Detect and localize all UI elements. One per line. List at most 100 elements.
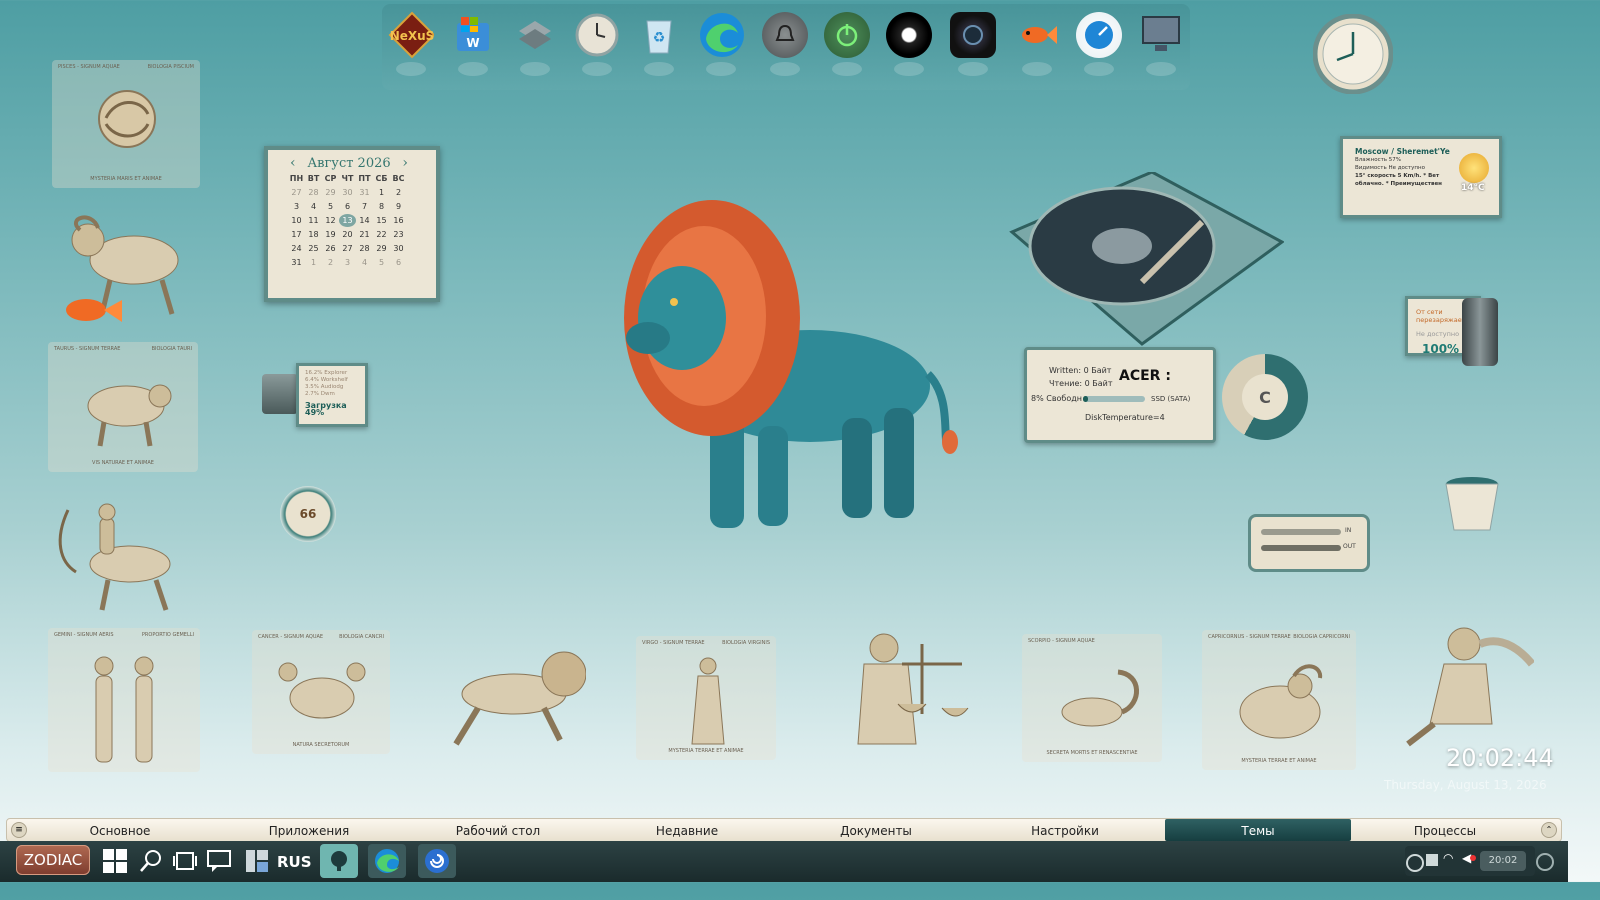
sagittarius-sketch xyxy=(46,500,194,616)
notifications-icon[interactable] xyxy=(1536,853,1554,871)
bull-figure-icon xyxy=(87,384,172,447)
task-view-icon[interactable] xyxy=(172,848,198,874)
calendar-day[interactable]: 16 xyxy=(390,214,407,227)
pisces-sketch: PISCES - SIGNUM AQUAE BIOLOGIA PISCIUM M… xyxy=(52,60,200,188)
tab-nastroyki[interactable]: Настройки xyxy=(972,819,1158,841)
calendar-day[interactable]: 6 xyxy=(339,200,356,213)
tab-temy[interactable]: Темы xyxy=(1165,819,1351,841)
lion-image xyxy=(624,200,958,528)
virtual-desktops-icon[interactable] xyxy=(512,12,558,76)
calendar-day[interactable]: 26 xyxy=(322,242,339,255)
calendar-day[interactable]: 29 xyxy=(322,186,339,199)
trash-cup-icon[interactable] xyxy=(1444,476,1500,536)
start-button[interactable]: ZODIAC xyxy=(16,845,90,875)
calendar-day[interactable]: 6 xyxy=(390,256,407,269)
tray-app-icon[interactable] xyxy=(1406,854,1424,872)
calendar-day[interactable]: 11 xyxy=(305,214,322,227)
calendar-day[interactable]: 28 xyxy=(305,186,322,199)
calendar-weekday: СР xyxy=(324,174,337,183)
tab-protsessy[interactable]: Процессы xyxy=(1352,819,1538,841)
nexus-logo-icon[interactable]: NeXuS xyxy=(388,11,434,76)
svg-text:♻: ♻ xyxy=(653,30,666,46)
spiral-app-icon[interactable] xyxy=(418,844,456,878)
calendar-next-button[interactable]: › xyxy=(402,155,408,171)
calendar-day[interactable]: 30 xyxy=(390,242,407,255)
calendar-day[interactable]: 1 xyxy=(373,186,390,199)
calendar-day[interactable]: 28 xyxy=(356,242,373,255)
calendar-day[interactable]: 3 xyxy=(288,200,305,213)
goldfish-icon[interactable] xyxy=(1014,12,1060,76)
calendar-day[interactable]: 15 xyxy=(373,214,390,227)
monitor-icon[interactable] xyxy=(1138,12,1184,76)
calendar-day[interactable]: 19 xyxy=(322,228,339,241)
theme-app-icon[interactable] xyxy=(320,844,358,878)
calendar-day[interactable]: 27 xyxy=(288,186,305,199)
speedometer-icon[interactable] xyxy=(1076,12,1122,76)
calendar-day[interactable]: 12 xyxy=(322,214,339,227)
calendar-day[interactable]: 27 xyxy=(339,242,356,255)
menu-icon[interactable]: ≡ xyxy=(11,822,27,838)
edge-taskbar-icon[interactable] xyxy=(368,844,406,878)
calendar-day[interactable]: 10 xyxy=(288,214,305,227)
tab-nedavnie[interactable]: Недавние xyxy=(594,819,780,841)
capricorn-sketch: CAPRICORNUS - SIGNUM TERRAE BIOLOGIA CAP… xyxy=(1202,630,1356,770)
collapse-icon[interactable]: ⌃ xyxy=(1541,822,1557,838)
windows-logo-icon[interactable] xyxy=(102,848,128,874)
calendar-day[interactable]: 1 xyxy=(305,256,322,269)
calendar-day[interactable]: 30 xyxy=(339,186,356,199)
calendar-day[interactable]: 21 xyxy=(356,228,373,241)
tray-clock[interactable]: 20:02 xyxy=(1480,851,1526,871)
recycle-bin-icon[interactable]: ♻ xyxy=(636,12,682,76)
calendar-day[interactable]: 5 xyxy=(373,256,390,269)
virgo-sketch: VIRGO - SIGNUM TERRAE BIOLOGIA VIRGINIS … xyxy=(636,636,776,760)
tray-drive-icon[interactable] xyxy=(1426,854,1438,866)
tab-dokumenty[interactable]: Документы xyxy=(783,819,969,841)
calendar-day[interactable]: 13 xyxy=(339,214,356,227)
calendar-day[interactable]: 20 xyxy=(339,228,356,241)
scorpion-figure-icon xyxy=(1061,669,1139,727)
calendar-day[interactable]: 25 xyxy=(305,242,322,255)
camera-icon[interactable] xyxy=(950,12,996,76)
calendar-day[interactable]: 18 xyxy=(305,228,322,241)
calendar-day[interactable]: 9 xyxy=(390,200,407,213)
notification-bell-icon[interactable] xyxy=(762,12,808,76)
disk-info-widget: Written: 0 Байт Чтение: 0 Байт 8% Свобод… xyxy=(1024,347,1216,443)
calendar-day[interactable]: 2 xyxy=(390,186,407,199)
power-icon[interactable] xyxy=(824,12,870,76)
taurus-sketch: TAURUS - SIGNUM TERRAE BIOLOGIA TAURI VI… xyxy=(48,342,198,472)
speaker-icon[interactable] xyxy=(886,12,932,76)
widgets-icon[interactable] xyxy=(244,848,270,874)
cancer-sketch: CANCER - SIGNUM AQUAE BIOLOGIA CANCRI NA… xyxy=(252,630,390,754)
tab-prilozheniya[interactable]: Приложения xyxy=(216,819,402,841)
calendar-day[interactable]: 23 xyxy=(390,228,407,241)
calendar-day[interactable]: 24 xyxy=(288,242,305,255)
calendar-day[interactable]: 29 xyxy=(373,242,390,255)
calendar-day[interactable]: 8 xyxy=(373,200,390,213)
tab-rabochiy-stol[interactable]: Рабочий стол xyxy=(405,819,591,841)
chat-icon[interactable] xyxy=(206,848,232,874)
sun-icon xyxy=(1459,153,1489,183)
search-icon[interactable] xyxy=(138,848,164,874)
calendar-grid: ПН ВТ СР ЧТ ПТ СБ ВС 27 28 29 30 31 1 2 3 4 5 6 7 8 9 10 11 12 1… xyxy=(288,172,436,269)
edge-browser-icon[interactable] xyxy=(698,12,744,76)
calendar-day[interactable]: 2 xyxy=(322,256,339,269)
calendar-day[interactable]: 22 xyxy=(373,228,390,241)
ram-figure-icon xyxy=(66,215,179,322)
calendar-day[interactable]: 4 xyxy=(356,256,373,269)
tab-osnovnoe[interactable]: Основное xyxy=(27,819,213,841)
calendar-prev-button[interactable]: ‹ xyxy=(290,155,296,171)
calendar-day[interactable]: 7 xyxy=(356,200,373,213)
calendar-day[interactable]: 17 xyxy=(288,228,305,241)
calendar-day[interactable]: 3 xyxy=(339,256,356,269)
calendar-day[interactable]: 31 xyxy=(288,256,305,269)
clock-icon[interactable] xyxy=(574,12,620,76)
windows-store-icon[interactable]: W xyxy=(450,12,496,76)
language-indicator[interactable]: RUS xyxy=(277,853,312,871)
calendar-day[interactable]: 4 xyxy=(305,200,322,213)
wifi-icon[interactable]: ◠ xyxy=(1443,851,1453,865)
battery-cell-icon xyxy=(1462,298,1498,366)
calendar-day[interactable]: 31 xyxy=(356,186,373,199)
calendar-day[interactable]: 5 xyxy=(322,200,339,213)
cpu-chip-icon xyxy=(262,374,298,414)
calendar-day[interactable]: 14 xyxy=(356,214,373,227)
